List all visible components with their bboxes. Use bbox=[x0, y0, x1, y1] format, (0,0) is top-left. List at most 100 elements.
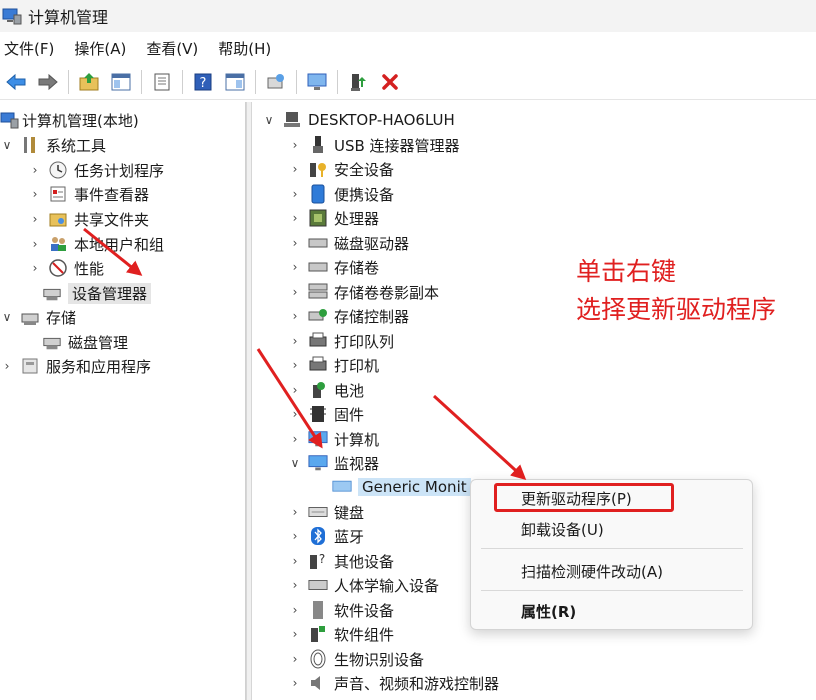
tree-item-performance[interactable]: › 性能 bbox=[28, 256, 104, 280]
menu-view[interactable]: 查看(V) bbox=[142, 37, 202, 61]
device-category-disk-drives[interactable]: › 磁盘驱动器 bbox=[288, 231, 409, 255]
device-category-firmware[interactable]: › 固件 bbox=[288, 402, 364, 426]
chevron-right-icon[interactable]: › bbox=[28, 261, 42, 275]
computer-management-icon bbox=[0, 110, 20, 130]
menu-action[interactable]: 操作(A) bbox=[70, 37, 130, 61]
uninstall-x-icon[interactable] bbox=[376, 68, 404, 96]
help-icon[interactable]: ? bbox=[189, 68, 217, 96]
tree-item-task-scheduler[interactable]: › 任务计划程序 bbox=[28, 158, 164, 182]
show-hide-tree-icon[interactable] bbox=[107, 68, 135, 96]
device-category-print-queue[interactable]: › 打印队列 bbox=[288, 329, 394, 353]
device-category-keyboard[interactable]: › 键盘 bbox=[288, 500, 364, 524]
chevron-right-icon[interactable]: › bbox=[288, 236, 302, 250]
tree-item-system-tools[interactable]: ∨ 系统工具 bbox=[0, 133, 106, 157]
tree-item-disk-management[interactable]: 磁盘管理 bbox=[42, 330, 128, 354]
menu-item-scan-hardware[interactable]: 扫描检测硬件改动(A) bbox=[521, 561, 663, 583]
chevron-right-icon[interactable]: › bbox=[288, 603, 302, 617]
device-category-software-components[interactable]: › 软件组件 bbox=[288, 622, 394, 646]
chevron-right-icon[interactable]: › bbox=[288, 652, 302, 666]
device-category-software-devices[interactable]: › 软件设备 bbox=[288, 598, 394, 622]
device-category-usb[interactable]: › USB 连接器管理器 bbox=[288, 133, 460, 157]
device-manager-icon bbox=[42, 283, 62, 303]
driver-update-icon[interactable] bbox=[344, 68, 372, 96]
tree-label: 系统工具 bbox=[46, 136, 107, 155]
monitor-icon[interactable] bbox=[303, 68, 331, 96]
chevron-right-icon[interactable]: › bbox=[288, 285, 302, 299]
chevron-down-icon[interactable]: ∨ bbox=[0, 310, 14, 324]
processor-icon bbox=[308, 208, 328, 228]
device-category-bluetooth[interactable]: › 蓝牙 bbox=[288, 524, 364, 548]
menu-file[interactable]: 文件(F) bbox=[0, 37, 58, 61]
chevron-right-icon[interactable]: › bbox=[288, 138, 302, 152]
device-category-printer[interactable]: › 打印机 bbox=[288, 353, 379, 377]
tree-item-local-users[interactable]: › 本地用户和组 bbox=[28, 232, 164, 256]
chevron-down-icon[interactable]: ∨ bbox=[288, 456, 302, 470]
action-pane-icon[interactable] bbox=[221, 68, 249, 96]
chevron-down-icon[interactable]: ∨ bbox=[262, 113, 276, 127]
scan-hardware-icon[interactable] bbox=[262, 68, 290, 96]
chevron-right-icon[interactable]: › bbox=[288, 627, 302, 641]
device-category-hid[interactable]: › 人体学输入设备 bbox=[288, 573, 439, 597]
chevron-right-icon[interactable]: › bbox=[288, 407, 302, 421]
device-label: 磁盘驱动器 bbox=[334, 234, 410, 253]
menu-item-properties[interactable]: 属性(R) bbox=[521, 601, 576, 623]
up-folder-icon[interactable] bbox=[75, 68, 103, 96]
device-category-audio[interactable]: › 声音、视频和游戏控制器 bbox=[288, 671, 499, 695]
chevron-right-icon[interactable]: › bbox=[288, 554, 302, 568]
tree-item-services[interactable]: › 服务和应用程序 bbox=[0, 354, 151, 378]
device-category-computer[interactable]: › 计算机 bbox=[288, 427, 379, 451]
chevron-down-icon[interactable]: ∨ bbox=[0, 138, 14, 152]
chevron-right-icon[interactable]: › bbox=[28, 163, 42, 177]
tree-label: 性能 bbox=[74, 259, 105, 278]
chevron-right-icon[interactable]: › bbox=[288, 529, 302, 543]
disk-drive-icon bbox=[308, 233, 328, 253]
menu-help[interactable]: 帮助(H) bbox=[214, 37, 275, 61]
chevron-right-icon[interactable]: › bbox=[288, 505, 302, 519]
chevron-right-icon[interactable]: › bbox=[0, 359, 14, 373]
tree-item-shared-folders[interactable]: › 共享文件夹 bbox=[28, 207, 149, 231]
device-category-shadow-copies[interactable]: › 存储卷卷影副本 bbox=[288, 280, 439, 304]
device-label: DESKTOP-HAO6LUH bbox=[308, 111, 455, 129]
chevron-right-icon[interactable]: › bbox=[288, 334, 302, 348]
tree-item-storage[interactable]: ∨ 存储 bbox=[0, 305, 76, 329]
device-category-battery[interactable]: › 电池 bbox=[288, 378, 364, 402]
tree-label: 计算机管理(本地) bbox=[22, 111, 139, 130]
chevron-right-icon[interactable]: › bbox=[288, 260, 302, 274]
chevron-right-icon[interactable]: › bbox=[288, 187, 302, 201]
speaker-icon bbox=[308, 673, 328, 693]
shared-folder-icon bbox=[48, 209, 68, 229]
chevron-right-icon[interactable]: › bbox=[28, 187, 42, 201]
device-category-processor[interactable]: › 处理器 bbox=[288, 206, 379, 230]
device-category-other[interactable]: › ? 其他设备 bbox=[288, 549, 394, 573]
chevron-right-icon[interactable]: › bbox=[28, 212, 42, 226]
tree-item-device-manager[interactable]: 设备管理器 bbox=[42, 281, 152, 305]
chevron-right-icon[interactable]: › bbox=[288, 358, 302, 372]
device-category-storage-volumes[interactable]: › 存储卷 bbox=[288, 255, 379, 279]
tree-item-event-viewer[interactable]: › 事件查看器 bbox=[28, 182, 149, 206]
device-generic-monitor[interactable]: Generic Monit bbox=[332, 475, 471, 499]
chevron-right-icon[interactable]: › bbox=[288, 383, 302, 397]
chevron-right-icon[interactable]: › bbox=[288, 578, 302, 592]
tree-item-root[interactable]: 计算机管理(本地) bbox=[0, 108, 139, 132]
chevron-right-icon[interactable]: › bbox=[28, 237, 42, 251]
highlight-box bbox=[494, 483, 674, 512]
chevron-right-icon[interactable]: › bbox=[288, 309, 302, 323]
device-category-biometric[interactable]: › 生物识别设备 bbox=[288, 647, 424, 671]
chevron-right-icon[interactable]: › bbox=[288, 211, 302, 225]
back-arrow-icon[interactable] bbox=[2, 68, 30, 96]
forward-arrow-icon[interactable] bbox=[34, 68, 62, 96]
device-category-storage-controllers[interactable]: › 存储控制器 bbox=[288, 304, 409, 328]
chevron-right-icon[interactable]: › bbox=[288, 432, 302, 446]
tree-label: 磁盘管理 bbox=[68, 333, 129, 352]
chevron-right-icon[interactable]: › bbox=[288, 162, 302, 176]
software-component-icon bbox=[308, 624, 328, 644]
device-category-security[interactable]: › 安全设备 bbox=[288, 157, 394, 181]
device-label: 固件 bbox=[334, 405, 365, 424]
device-category-monitors[interactable]: ∨ 监视器 bbox=[288, 451, 379, 475]
device-root[interactable]: ∨ DESKTOP-HAO6LUH bbox=[262, 108, 455, 132]
menu-item-uninstall-device[interactable]: 卸载设备(U) bbox=[521, 519, 604, 541]
properties-sheet-icon[interactable] bbox=[148, 68, 176, 96]
chevron-right-icon[interactable]: › bbox=[288, 676, 302, 690]
device-category-portable[interactable]: › 便携设备 bbox=[288, 182, 394, 206]
keyboard-icon bbox=[308, 502, 328, 522]
